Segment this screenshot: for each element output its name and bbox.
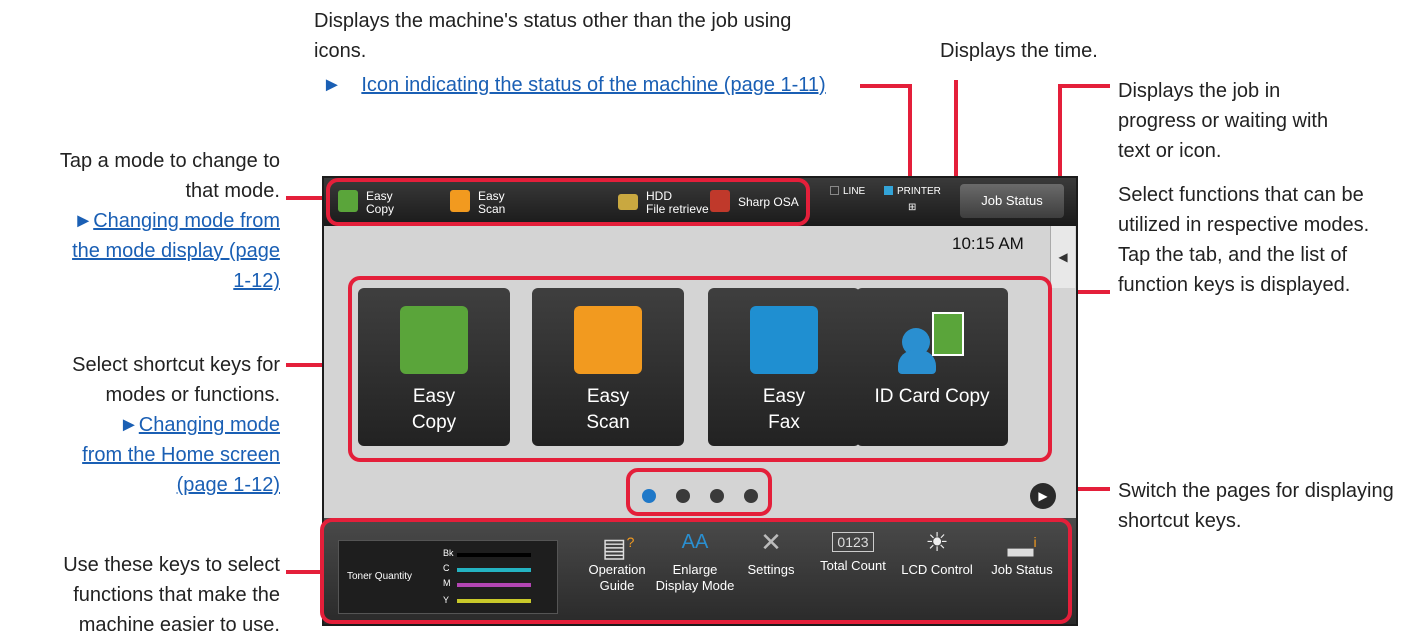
arrow-icon: ► bbox=[73, 210, 94, 232]
time-description: Displays the time. bbox=[940, 40, 1098, 62]
fixed-keys-description: Use these keys to select functions that … bbox=[63, 554, 280, 636]
line-indicator: LINE bbox=[830, 186, 865, 197]
switch-pages-description: Switch the pages for displaying shortcut… bbox=[1118, 480, 1394, 532]
fixed-keys-highlight bbox=[320, 518, 1072, 624]
arrow-icon: ► bbox=[322, 74, 342, 96]
mode-description: Tap a mode to change to that mode. bbox=[59, 150, 280, 202]
status-icon-link[interactable]: ► Icon indicating the status of the mach… bbox=[322, 70, 882, 100]
shortcut-description: Select shortcut keys for modes or functi… bbox=[72, 354, 280, 406]
page-dots-highlight bbox=[626, 468, 772, 516]
printer-status-icon bbox=[884, 186, 893, 195]
clock: 10:15 AM bbox=[952, 234, 1024, 253]
callout-line bbox=[908, 84, 912, 184]
mode-link[interactable]: ►Changing mode from the mode display (pa… bbox=[60, 206, 280, 296]
job-status-button[interactable]: Job Status bbox=[960, 184, 1064, 218]
arrow-icon: ► bbox=[118, 414, 139, 436]
collapse-arrow-icon: ◀ bbox=[1058, 250, 1068, 264]
printer-indicator: PRINTER bbox=[884, 186, 941, 197]
mode-bar-highlight bbox=[326, 178, 810, 226]
status-icon-link-text[interactable]: Icon indicating the status of the machin… bbox=[361, 74, 825, 96]
callout-line bbox=[286, 196, 326, 200]
next-page-button[interactable]: ▶ bbox=[1030, 483, 1056, 509]
function-description: Select functions that can be utilized in… bbox=[1118, 184, 1370, 296]
shortcut-keys-highlight bbox=[348, 276, 1052, 462]
shortcut-link-text[interactable]: Changing mode from the Home screen (page… bbox=[82, 414, 280, 496]
callout-line bbox=[860, 84, 912, 88]
shortcut-link[interactable]: ►Changing mode from the Home screen (pag… bbox=[80, 410, 280, 500]
mode-link-text[interactable]: Changing mode from the mode display (pag… bbox=[72, 210, 280, 292]
status-description: Displays the machine's status other than… bbox=[314, 10, 792, 62]
callout-line bbox=[1058, 84, 1110, 88]
line-status-icon bbox=[830, 186, 839, 195]
network-icon: ⊞ bbox=[908, 202, 917, 213]
function-tab[interactable]: ◀ bbox=[1050, 226, 1075, 288]
play-arrow-icon: ▶ bbox=[1038, 489, 1048, 503]
job-description: Displays the job in progress or waiting … bbox=[1118, 80, 1329, 162]
